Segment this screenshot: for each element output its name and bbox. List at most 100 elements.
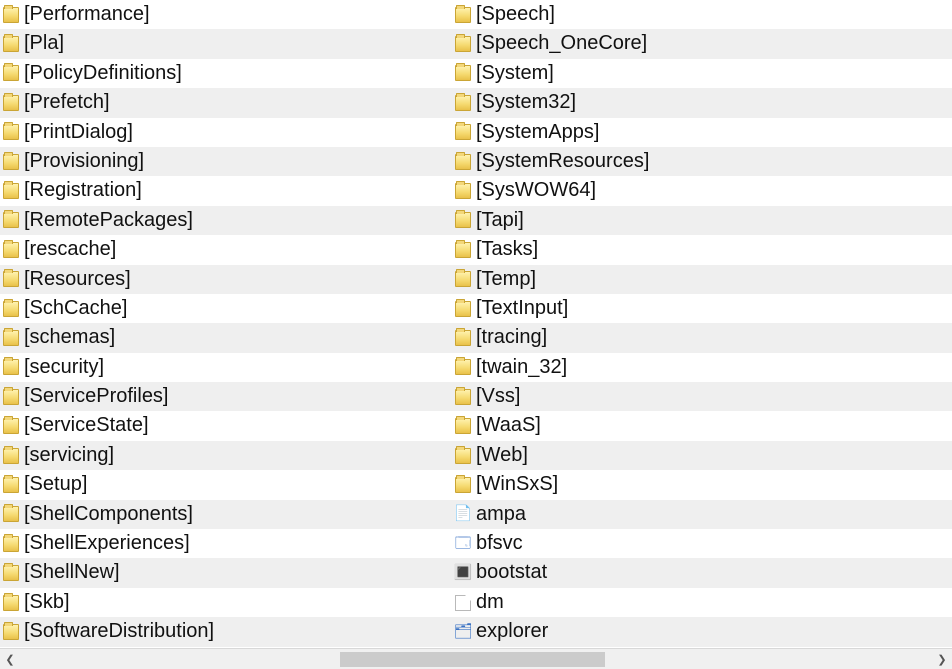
folder-icon xyxy=(3,212,19,228)
file-entry[interactable]: [SchCache] xyxy=(0,294,452,323)
folder-icon xyxy=(3,595,19,611)
file-entry[interactable]: 📄ampa xyxy=(452,500,888,529)
file-row[interactable]: [SchCache][TextInput]📄Rt xyxy=(0,294,952,323)
folder-icon xyxy=(3,242,19,258)
file-entry[interactable]: [SoftwareDistribution] xyxy=(0,617,452,646)
file-entry[interactable]: [ShellExperiences] xyxy=(0,529,452,558)
file-entry[interactable]: [System] xyxy=(452,59,888,88)
scroll-right-button[interactable]: ❯ xyxy=(932,650,952,669)
file-name: [Provisioning] xyxy=(22,147,144,176)
file-name: [Skb] xyxy=(22,588,70,617)
folder-icon xyxy=(3,565,19,581)
file-row[interactable]: [security][twain_32]📠sp xyxy=(0,353,952,382)
file-entry[interactable]: [security] xyxy=(0,353,452,382)
file-entry[interactable]: 🔳bootstat xyxy=(452,558,888,587)
file-entry[interactable]: 🗔bfsvc xyxy=(452,529,888,558)
file-entry[interactable]: [Tasks] xyxy=(452,235,888,264)
file-entry[interactable]: [rescache] xyxy=(0,235,452,264)
folder-icon xyxy=(3,477,19,493)
file-entry[interactable]: [System32] xyxy=(452,88,888,117)
file-entry[interactable]: [Web] xyxy=(452,441,888,470)
file-row[interactable]: [ShellComponents]📄ampaini📄wi xyxy=(0,500,952,529)
file-entry[interactable]: [ServiceProfiles] xyxy=(0,382,452,411)
file-row[interactable]: [Registration][SysWOW64]PF xyxy=(0,176,952,205)
folder-icon xyxy=(3,418,19,434)
folder-icon xyxy=(455,359,471,375)
scroll-left-button[interactable]: ❮ xyxy=(0,650,20,669)
file-entry[interactable]: [Performance] xyxy=(0,0,452,29)
file-row[interactable]: [SoftwareDistribution]🗂explorerexeW xyxy=(0,617,952,646)
file-name: [Resources] xyxy=(22,265,131,294)
file-row[interactable]: [rescache][Tasks]⚙re xyxy=(0,235,952,264)
folder-icon xyxy=(3,330,19,346)
file-entry[interactable]: [servicing] xyxy=(0,441,452,470)
file-row[interactable]: [Prefetch][System32]mi xyxy=(0,88,952,117)
scroll-thumb[interactable] xyxy=(340,652,605,667)
file-entry[interactable]: [Speech_OneCore] xyxy=(452,29,888,58)
file-name: bootstat xyxy=(474,558,547,587)
file-row[interactable]: [schemas][tracing]🗔Se xyxy=(0,323,952,352)
file-row[interactable]: [Skb]dmdmap❔wi xyxy=(0,588,952,617)
file-entry[interactable]: [Speech] xyxy=(452,0,888,29)
file-list-viewport[interactable]: [Performance][Speech]❓He[Pla][Speech_One… xyxy=(0,0,952,648)
file-entry[interactable]: [SysWOW64] xyxy=(452,176,888,205)
folder-icon xyxy=(455,124,471,140)
file-entry[interactable]: [Registration] xyxy=(0,176,452,205)
file-entry[interactable]: [Pla] xyxy=(0,29,452,58)
file-name: [ServiceState] xyxy=(22,411,149,440)
file-entry[interactable]: [ServiceState] xyxy=(0,411,452,440)
folder-icon xyxy=(455,477,471,493)
file-entry[interactable]: [Setup] xyxy=(0,470,452,499)
folder-icon xyxy=(455,418,471,434)
file-entry[interactable]: [PrintDialog] xyxy=(0,118,452,147)
file-entry[interactable]: [RemotePackages] xyxy=(0,206,452,235)
file-entry[interactable]: [Skb] xyxy=(0,588,452,617)
file-entry[interactable]: [Vss] xyxy=(452,382,888,411)
file-name: [tracing] xyxy=(474,323,547,352)
file-row[interactable]: [PolicyDefinitions][System]mo xyxy=(0,59,952,88)
file-name: [Speech] xyxy=(474,0,555,29)
file-entry[interactable]: dm xyxy=(452,588,888,617)
file-row[interactable]: [PrintDialog][SystemApps]📘no xyxy=(0,118,952,147)
file-row[interactable]: [ServiceProfiles][Vss]📄sy xyxy=(0,382,952,411)
file-entry[interactable]: [tracing] xyxy=(452,323,888,352)
file-row[interactable]: [Setup][WinSxS]🗔vs xyxy=(0,470,952,499)
folder-icon xyxy=(3,624,19,640)
file-icon xyxy=(455,595,471,611)
file-row[interactable]: [ServiceState][WaaS]📄tw xyxy=(0,411,952,440)
file-name: [System] xyxy=(474,59,554,88)
file-row[interactable]: [servicing][Web]🌐VI xyxy=(0,441,952,470)
file-row[interactable]: [Pla][Speech_OneCore]🔑hh xyxy=(0,29,952,58)
file-entry[interactable]: [WinSxS] xyxy=(452,470,888,499)
folder-icon xyxy=(455,65,471,81)
file-row[interactable]: [Provisioning][SystemResources]🗔Nv xyxy=(0,147,952,176)
file-name: [ServiceProfiles] xyxy=(22,382,169,411)
file-entry[interactable]: [twain_32] xyxy=(452,353,888,382)
folder-icon xyxy=(3,271,19,287)
file-entry[interactable]: [TextInput] xyxy=(452,294,888,323)
file-entry[interactable]: [Resources] xyxy=(0,265,452,294)
file-entry[interactable]: [Prefetch] xyxy=(0,88,452,117)
file-entry[interactable]: [SystemResources] xyxy=(452,147,888,176)
horizontal-scrollbar[interactable]: ❮ ❯ xyxy=(0,648,952,669)
file-entry[interactable]: [ShellNew] xyxy=(0,558,452,587)
file-entry[interactable]: [Tapi] xyxy=(452,206,888,235)
file-entry[interactable]: [ShellComponents] xyxy=(0,500,452,529)
file-row[interactable]: [Performance][Speech]❓He xyxy=(0,0,952,29)
file-row[interactable]: [ShellNew]🔳bootstatdatW xyxy=(0,558,952,587)
file-entry[interactable]: [schemas] xyxy=(0,323,452,352)
file-row[interactable]: [ShellExperiences]🗔bfsvcexe⚠W xyxy=(0,529,952,558)
file-name: [PrintDialog] xyxy=(22,118,133,147)
folder-icon xyxy=(3,65,19,81)
file-entry[interactable]: 🗂explorer xyxy=(452,617,888,646)
folder-icon xyxy=(3,95,19,111)
file-entry[interactable]: [WaaS] xyxy=(452,411,888,440)
file-entry[interactable]: [SystemApps] xyxy=(452,118,888,147)
file-entry[interactable]: [Temp] xyxy=(452,265,888,294)
file-row[interactable]: [RemotePackages][Tapi]Pr xyxy=(0,206,952,235)
file-entry[interactable]: [Provisioning] xyxy=(0,147,452,176)
scroll-track[interactable] xyxy=(20,650,932,669)
file-name: [WaaS] xyxy=(474,411,541,440)
file-entry[interactable]: [PolicyDefinitions] xyxy=(0,59,452,88)
file-row[interactable]: [Resources][Temp]🗔re xyxy=(0,265,952,294)
